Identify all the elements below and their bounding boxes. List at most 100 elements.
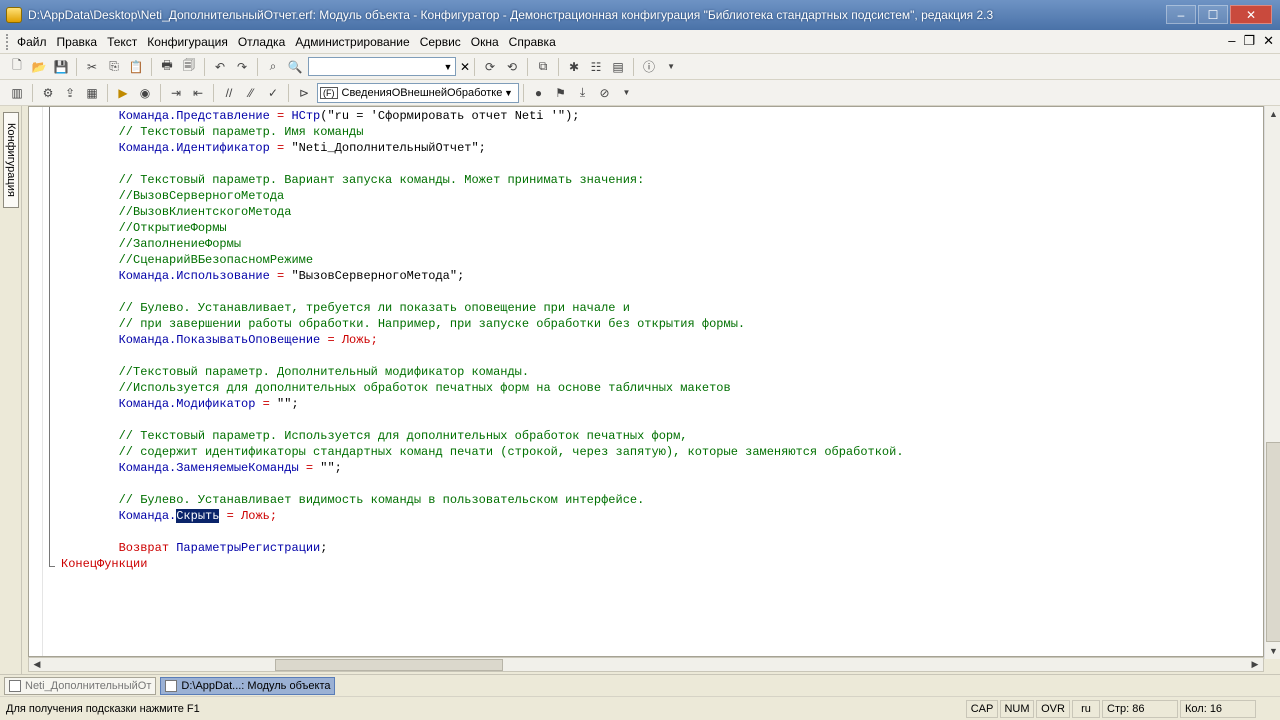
code-line[interactable]: Команда.Модификатор = ""; [61,396,904,412]
check-syntax-icon[interactable]: ✓ [264,84,282,102]
bookmark-icon[interactable]: ⚑ [552,84,570,102]
code-line[interactable]: //СценарийВБезопасномРежиме [61,252,904,268]
menu-text[interactable]: Текст [102,35,142,49]
syntax-assistant-icon[interactable]: ☷ [587,58,605,76]
code-line[interactable]: // Текстовый параметр. Используется для … [61,428,904,444]
breakpoint-icon[interactable]: ● [530,84,548,102]
window-tab[interactable]: D:\AppDat...: Модуль объекта [160,676,336,695]
code-line[interactable]: Команда.ПоказыватьОповещение = Ложь; [61,332,904,348]
horizontal-scroll-thumb[interactable] [275,659,503,671]
clear-bookmarks-icon[interactable]: ⊘ [596,84,614,102]
code-line[interactable] [61,284,904,300]
menu-configuration[interactable]: Конфигурация [142,35,233,49]
code-line[interactable] [61,412,904,428]
redo-icon[interactable]: ↷ [233,58,251,76]
maximize-button[interactable]: ☐ [1198,5,1228,24]
chevron-down-icon[interactable]: ▼ [618,84,636,102]
next-bookmark-icon[interactable]: ⤓ [574,84,592,102]
info-icon[interactable]: ⓘ [640,58,658,76]
copy-icon[interactable]: ⎘ [105,58,123,76]
procedure-selector[interactable]: (F) СведенияОВнешнейОбработке ▼ [317,82,519,103]
code-line[interactable]: // Текстовый параметр. Вариант запуска к… [61,172,904,188]
undo-icon[interactable]: ↶ [211,58,229,76]
menu-service[interactable]: Сервис [415,35,466,49]
new-document-icon[interactable]: 🗋 [8,58,26,76]
code-line[interactable]: //ОткрытиеФормы [61,220,904,236]
mdi-minimize-button[interactable]: – [1228,33,1235,49]
editor-gutter[interactable] [29,107,43,656]
code-line[interactable]: // содержит идентификаторы стандартных к… [61,444,904,460]
code-line[interactable]: // при завершении работы обработки. Напр… [61,316,904,332]
menu-help[interactable]: Справка [504,35,561,49]
horizontal-scrollbar[interactable]: ◀ ▶ [28,657,1264,672]
code-line[interactable]: // Текстовый параметр. Имя команды [61,124,904,140]
code-line[interactable]: Команда.ЗаменяемыеКоманды = ""; [61,460,904,476]
procedures-icon[interactable]: ⊳ [295,84,313,102]
code-line[interactable]: Команда.Представление = НСтр("ru = 'Сфор… [61,108,904,124]
code-line[interactable]: // Булево. Устанавливает видимость коман… [61,492,904,508]
chevron-down-icon[interactable]: ▼ [441,58,455,75]
chevron-down-icon[interactable]: ▼ [502,88,516,98]
save-icon[interactable]: 💾 [52,58,70,76]
module-icon[interactable]: ▥ [8,84,26,102]
mdi-close-button[interactable]: ✕ [1263,33,1274,49]
paste-icon[interactable]: 📋 [127,58,145,76]
find-in-window-icon[interactable]: ⌕ [264,58,282,76]
wizard-icon[interactable]: ✱ [565,58,583,76]
fold-marker[interactable] [49,107,55,567]
scroll-right-icon[interactable]: ▶ [1247,658,1263,671]
menu-edit[interactable]: Правка [52,35,103,49]
code-line[interactable] [61,524,904,540]
search-combobox[interactable]: ▼ [308,57,456,76]
minimize-button[interactable]: – [1166,5,1196,24]
find-next-icon[interactable]: ⟳ [481,58,499,76]
code-line[interactable]: Команда.Использование = "ВызовСерверного… [61,268,904,284]
scroll-left-icon[interactable]: ◀ [29,658,45,671]
code-line[interactable]: //ЗаполнениеФормы [61,236,904,252]
indent-icon[interactable]: ⇥ [167,84,185,102]
run-icon[interactable]: ▶ [114,84,132,102]
configuration-tab[interactable]: Конфигурация [3,112,19,208]
window-tab[interactable]: Neti_ДополнительныйОт [4,676,157,695]
code-line[interactable]: Возврат ПараметрыРегистрации; [61,540,904,556]
open-folder-icon[interactable]: 📂 [30,58,48,76]
code-line[interactable]: Команда.Идентификатор = "Neti_Дополнител… [61,140,904,156]
menu-administration[interactable]: Администрирование [290,35,414,49]
code-line[interactable]: //ВызовСерверногоМетода [61,188,904,204]
code-line[interactable]: КонецФункции [61,556,904,572]
clear-search-icon[interactable]: ✕ [460,60,470,74]
menu-file[interactable]: Файл [12,35,52,49]
configuration-icon[interactable]: ⚙ [39,84,57,102]
code-editor[interactable]: Команда.Представление = НСтр("ru = 'Сфор… [28,106,1280,659]
code-line[interactable] [61,476,904,492]
print-preview-icon[interactable]: 🗐 [180,58,198,76]
chevron-down-icon[interactable]: ▼ [662,58,680,76]
uncomment-icon[interactable]: ⁄⁄ [242,84,260,102]
close-button[interactable]: ✕ [1230,5,1272,24]
cut-icon[interactable]: ✂ [83,58,101,76]
code-text[interactable]: Команда.Представление = НСтр("ru = 'Сфор… [61,108,904,572]
templates-icon[interactable]: ▤ [609,58,627,76]
mdi-restore-button[interactable]: ❐ [1243,33,1255,49]
print-icon[interactable]: 🖶 [158,58,176,76]
code-line[interactable] [61,156,904,172]
scroll-up-icon[interactable]: ▲ [1265,106,1280,122]
code-line[interactable] [61,348,904,364]
outdent-icon[interactable]: ⇤ [189,84,207,102]
language-indicator[interactable]: ru [1072,699,1100,718]
search-icon[interactable]: 🔍 [286,58,304,76]
code-line[interactable]: //Текстовый параметр. Дополнительный мод… [61,364,904,380]
vertical-scroll-thumb[interactable] [1266,442,1280,642]
update-icon[interactable]: ⇪ [61,84,79,102]
code-line[interactable]: // Булево. Устанавливает, требуется ли п… [61,300,904,316]
window-list-icon[interactable]: ⧉ [534,58,552,76]
scroll-down-icon[interactable]: ▼ [1265,643,1280,659]
debug-icon[interactable]: ◉ [136,84,154,102]
table-icon[interactable]: ▦ [83,84,101,102]
code-line[interactable]: //Используется для дополнительных обрабо… [61,380,904,396]
menu-debug[interactable]: Отладка [233,35,290,49]
find-previous-icon[interactable]: ⟲ [503,58,521,76]
code-line[interactable]: Команда.Скрыть = Ложь; [61,508,904,524]
vertical-scrollbar[interactable]: ▲ ▼ [1264,106,1280,659]
comment-icon[interactable]: // [220,84,238,102]
